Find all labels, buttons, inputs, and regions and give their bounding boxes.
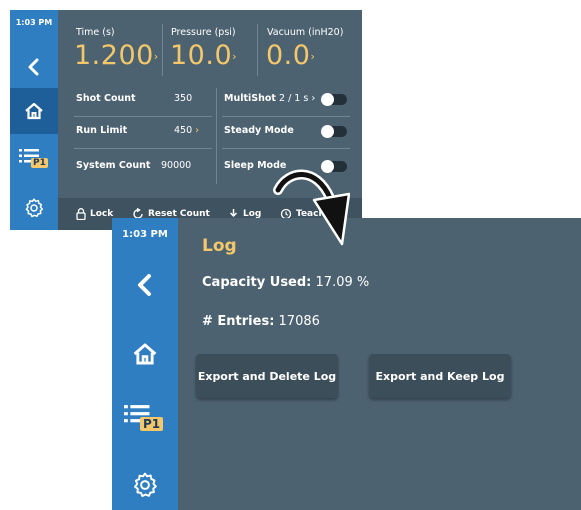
capacity-label: Capacity Used: (202, 275, 312, 290)
entries-row: # Entries: 17086 (202, 314, 320, 329)
run-limit-value[interactable]: 450 › (174, 125, 199, 136)
shot-count-label: Shot Count (76, 93, 136, 104)
vacuum-caret-icon: › (310, 50, 316, 63)
row-divider (74, 148, 212, 149)
pressure-caret-icon: › (232, 50, 238, 63)
program-list-icon: P1 (19, 149, 49, 171)
page-title: Log (202, 236, 237, 256)
pressure-label: Pressure (psi) (171, 27, 236, 38)
system-count-label: System Count (76, 160, 151, 171)
steady-mode-label: Steady Mode (224, 125, 294, 136)
back-chevron-icon (28, 58, 39, 76)
multishot-label: MultiShot (224, 93, 276, 104)
sidebar: 1:03 PM P1 (112, 218, 178, 510)
home-button[interactable] (112, 328, 178, 380)
multishot-caret-icon: › (311, 93, 316, 104)
log-screen: 1:03 PM P1 Log Capacity Used: 17.09 % # … (112, 218, 581, 510)
vacuum-label: Vacuum (inH20) (267, 27, 344, 38)
divider (257, 24, 258, 76)
time-caret-icon: › (153, 50, 159, 63)
entries-label: # Entries: (202, 314, 275, 329)
capacity-row: Capacity Used: 17.09 % (202, 275, 369, 290)
time-label: Time (s) (76, 27, 115, 38)
shot-count-value: 350 (174, 93, 193, 104)
lock-label: Lock (90, 209, 114, 219)
sidebar: 1:03 PM P1 (10, 10, 58, 230)
gear-icon (134, 472, 157, 498)
program-badge: P1 (31, 158, 48, 168)
divider (216, 88, 217, 184)
curved-arrow-icon (273, 169, 350, 246)
clock: 1:03 PM (15, 18, 53, 27)
home-icon (133, 343, 157, 365)
log-panel: Log Capacity Used: 17.09 % # Entries: 17… (178, 218, 581, 510)
home-button[interactable] (10, 88, 58, 134)
program-badge: P1 (140, 417, 164, 431)
back-chevron-icon (138, 274, 151, 296)
clock: 1:03 PM (122, 229, 168, 240)
settings-button[interactable] (112, 460, 178, 510)
vacuum-value[interactable]: 0.0› (266, 40, 315, 71)
time-value[interactable]: 1.200› (74, 40, 159, 71)
row-divider (74, 116, 212, 117)
lock-icon (76, 208, 86, 220)
program-list-button[interactable]: P1 (10, 140, 58, 180)
settings-button[interactable] (10, 188, 58, 228)
export-keep-button[interactable]: Export and Keep Log (369, 354, 511, 398)
program-list-icon: P1 (124, 405, 166, 435)
steady-mode-toggle[interactable] (321, 125, 347, 138)
back-button[interactable] (10, 46, 58, 88)
row-divider (222, 148, 350, 149)
run-limit-label: Run Limit (76, 125, 128, 136)
back-button[interactable] (112, 260, 178, 310)
multishot-value[interactable]: 2 / 1 s › (279, 93, 315, 104)
capacity-value: 17.09 % (315, 275, 370, 290)
program-list-button[interactable]: P1 (112, 394, 178, 446)
entries-value: 17086 (278, 314, 320, 329)
system-count-value: 90000 (161, 160, 192, 171)
gear-icon (25, 198, 44, 218)
export-delete-button[interactable]: Export and Delete Log (196, 354, 338, 398)
run-limit-caret-icon: › (195, 125, 200, 136)
multishot-toggle[interactable] (321, 93, 347, 106)
home-icon (25, 102, 43, 120)
row-divider (222, 116, 350, 117)
pressure-value[interactable]: 10.0› (170, 40, 237, 71)
divider (162, 24, 163, 76)
lock-button[interactable]: Lock (76, 198, 113, 230)
